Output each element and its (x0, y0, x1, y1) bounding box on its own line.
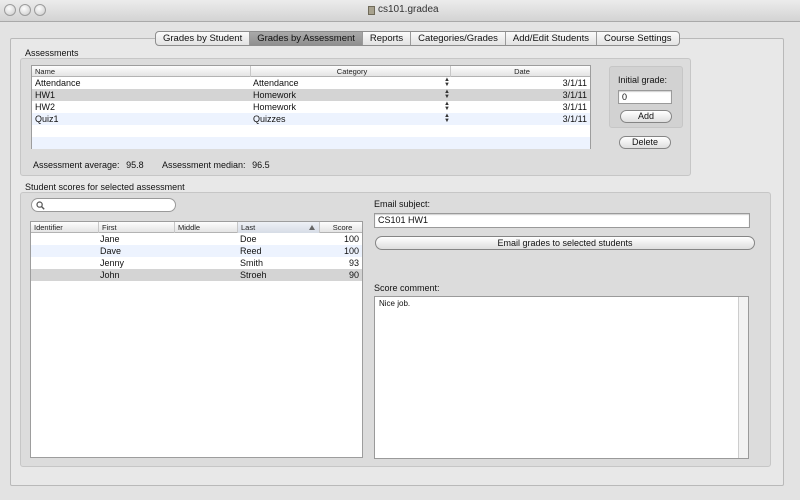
popup-stepper-icon[interactable]: ▲ ▼ (444, 113, 450, 124)
tab-course-settings[interactable]: Course Settings (597, 32, 679, 45)
assessments-table-header: Name Category Date (32, 66, 590, 77)
assessment-median-value: 96.5 (252, 160, 270, 170)
student-score[interactable]: 90 (349, 269, 359, 281)
tab-categories-grades[interactable]: Categories/Grades (411, 32, 506, 45)
column-header-last-label: Last (241, 223, 256, 232)
student-scores-table[interactable]: Identifier First Middle Last Score Jane … (30, 221, 363, 458)
table-row[interactable]: HW1 Homework ▲ ▼ 3/1/11 (32, 89, 590, 101)
column-header-first[interactable]: First (99, 222, 175, 233)
table-row[interactable]: Jenny Smith 93 (31, 257, 362, 269)
add-button[interactable]: Add (620, 110, 672, 123)
score-comment-text: Nice job. (379, 299, 411, 308)
student-search-field[interactable] (31, 198, 176, 212)
column-header-name[interactable]: Name (32, 66, 251, 77)
student-score[interactable]: 93 (349, 257, 359, 269)
assessment-category: Attendance (253, 78, 299, 88)
student-first: John (100, 270, 120, 280)
assessment-date: 3/1/11 (562, 90, 587, 100)
assessment-median: Assessment median: 96.5 (162, 160, 270, 170)
table-row-empty (32, 125, 590, 137)
assessment-median-label: Assessment median: (162, 160, 246, 170)
assessment-average-label: Assessment average: (33, 160, 120, 170)
assessment-average: Assessment average: 95.8 (33, 160, 144, 170)
assessment-name: HW1 (35, 90, 55, 100)
assessment-average-value: 95.8 (126, 160, 144, 170)
student-score[interactable]: 100 (344, 245, 359, 257)
table-row[interactable]: Dave Reed 100 (31, 245, 362, 257)
assessment-category: Homework (253, 102, 297, 112)
zoom-window-icon[interactable] (34, 4, 46, 16)
close-window-icon[interactable] (4, 4, 16, 16)
student-last: Stroeh (240, 270, 267, 280)
email-subject-field[interactable]: CS101 HW1 (374, 213, 750, 228)
column-header-category[interactable]: Category (251, 66, 451, 77)
student-first: Jane (100, 234, 120, 244)
student-last: Reed (240, 246, 262, 256)
score-comment-area[interactable]: Nice job. (374, 296, 749, 459)
student-score[interactable]: 100 (344, 233, 359, 245)
assessment-category: Quizzes (253, 114, 286, 124)
tab-grades-by-assessment[interactable]: Grades by Assessment (250, 32, 363, 45)
tab-bar: Grades by Student Grades by Assessment R… (155, 31, 680, 46)
assessments-table[interactable]: Name Category Date Attendance Attendance… (31, 65, 591, 149)
table-row[interactable]: HW2 Homework ▲ ▼ 3/1/11 (32, 101, 590, 113)
window-title: cs101.gradea (378, 4, 439, 15)
email-grades-button[interactable]: Email grades to selected students (375, 236, 755, 250)
magnifier-icon (36, 201, 45, 210)
student-last: Smith (240, 258, 264, 268)
student-first: Jenny (100, 258, 125, 268)
minimize-window-icon[interactable] (19, 4, 31, 16)
assessment-name: HW2 (35, 102, 55, 112)
column-header-date[interactable]: Date (451, 66, 590, 77)
column-header-last[interactable]: Last (238, 222, 320, 233)
score-comment-scrollbar[interactable] (738, 297, 748, 458)
table-row[interactable]: Attendance Attendance ▲ ▼ 3/1/11 (32, 77, 590, 89)
tab-grades-by-student[interactable]: Grades by Student (156, 32, 251, 45)
column-header-score[interactable]: Score (320, 222, 362, 233)
title-bar: cs101.gradea (0, 0, 800, 22)
tab-reports[interactable]: Reports (363, 32, 412, 45)
initial-grade-label: Initial grade: (618, 75, 668, 85)
email-subject-label: Email subject: (374, 199, 431, 209)
score-comment-label: Score comment: (374, 283, 440, 293)
popup-stepper-icon[interactable]: ▲ ▼ (444, 89, 450, 100)
assessment-date: 3/1/11 (562, 78, 587, 88)
student-first: Dave (100, 246, 122, 256)
student-last: Doe (240, 234, 257, 244)
table-row[interactable]: Quiz1 Quizzes ▲ ▼ 3/1/11 (32, 113, 590, 125)
table-row[interactable]: John Stroeh 90 (31, 269, 362, 281)
table-row[interactable]: Jane Doe 100 (31, 233, 362, 245)
table-row-empty (32, 137, 590, 149)
assessment-date: 3/1/11 (562, 114, 587, 124)
initial-grade-field[interactable]: 0 (618, 90, 672, 104)
popup-stepper-icon[interactable]: ▲ ▼ (444, 77, 450, 88)
assessment-name: Quiz1 (35, 114, 59, 124)
student-scores-table-header: Identifier First Middle Last Score (31, 222, 362, 233)
sort-ascending-icon (309, 225, 315, 230)
column-header-middle[interactable]: Middle (175, 222, 238, 233)
tab-add-edit-students[interactable]: Add/Edit Students (506, 32, 597, 45)
assessments-group-label: Assessments (25, 48, 79, 58)
assessment-name: Attendance (35, 78, 81, 88)
assessment-date: 3/1/11 (562, 102, 587, 112)
delete-button[interactable]: Delete (619, 136, 671, 149)
document-icon (368, 6, 375, 15)
popup-stepper-icon[interactable]: ▲ ▼ (444, 101, 450, 112)
student-scores-group-label: Student scores for selected assessment (25, 182, 185, 192)
assessment-category: Homework (253, 90, 297, 100)
column-header-identifier[interactable]: Identifier (31, 222, 99, 233)
